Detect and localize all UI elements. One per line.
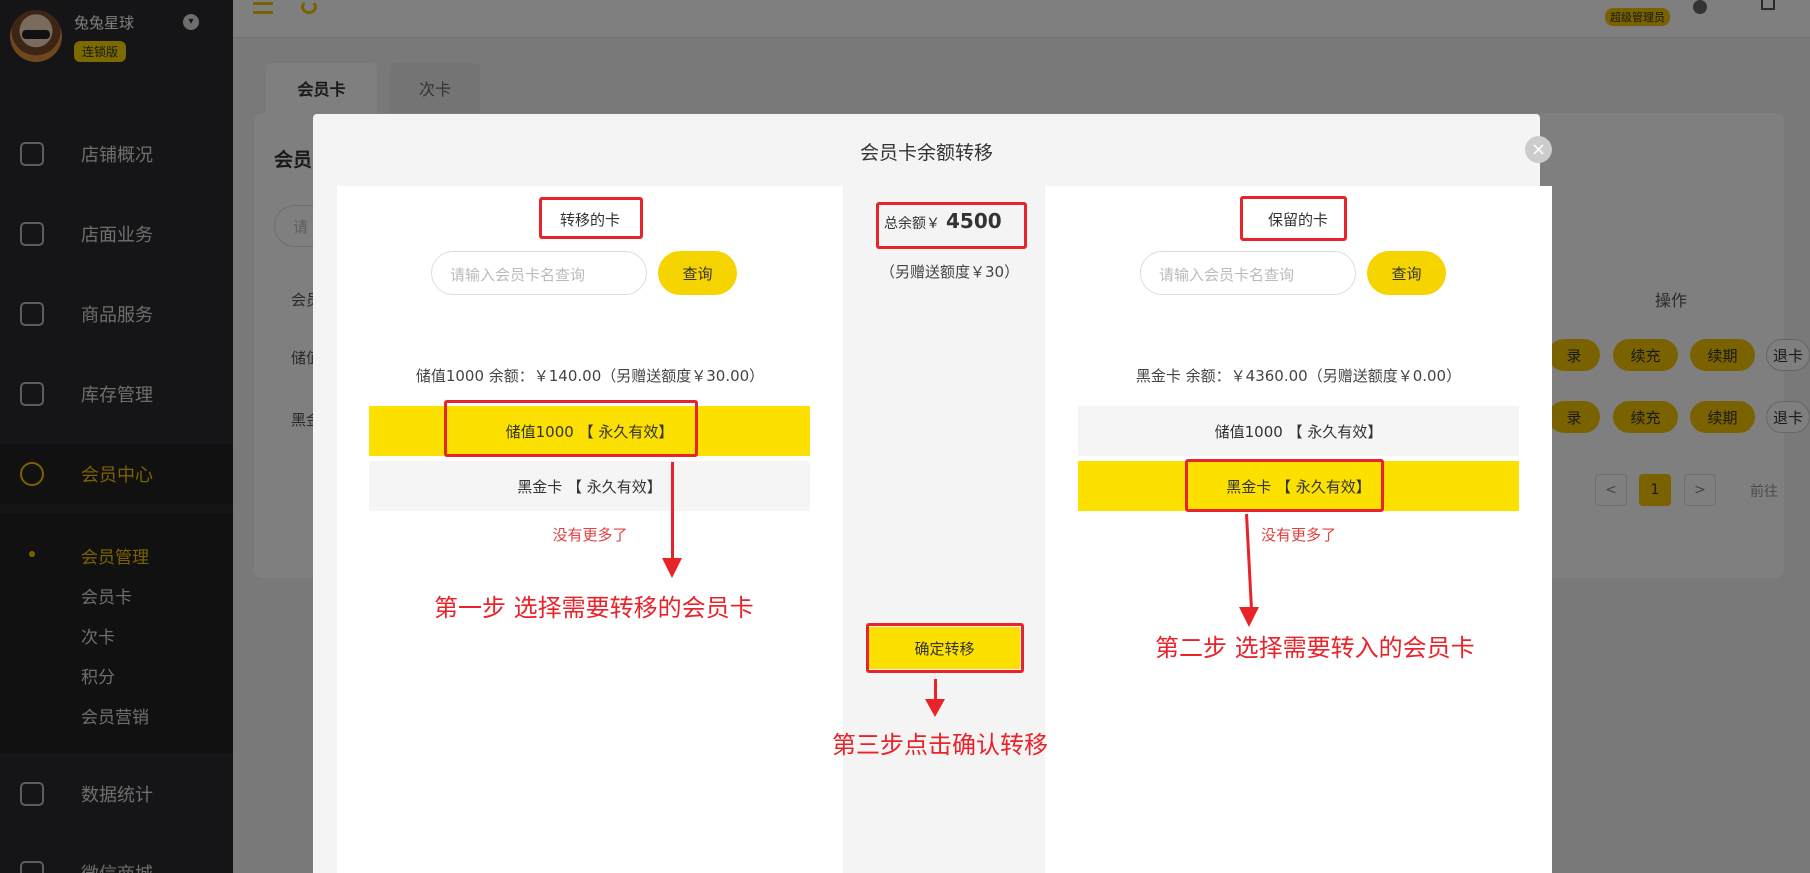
card-option[interactable]: 黑金卡 【 永久有效】 [369,461,810,511]
transfer-to-search-input[interactable]: 请输入会员卡名查询 [1140,251,1356,295]
dialog-title: 会员卡余额转移 [859,142,993,164]
total-balance: 总余额￥ 4500 [884,209,1002,233]
step3-note: 第三步点击确认转移 [832,731,1048,759]
arrow-down-icon [662,558,682,578]
card-option[interactable]: 黑金卡 【 永久有效】 [1078,461,1519,511]
transfer-from-search-input[interactable]: 请输入会员卡名查询 [431,251,647,295]
transfer-to-query-button[interactable]: 查询 [1367,251,1446,295]
step1-note: 第一步 选择需要转移的会员卡 [434,594,754,622]
transfer-to-balance: 黑金卡 余额：￥4360.00（另赠送额度￥0.00） [1135,367,1462,385]
no-more-text: 没有更多了 [1260,526,1336,544]
gift-amount: （另赠送额度￥30） [880,263,1020,281]
total-balance-label: 总余额￥ [884,216,940,232]
arrow-down-icon [925,699,945,717]
total-balance-value: 4500 [946,209,1002,233]
transfer-from-query-button[interactable]: 查询 [658,251,737,295]
transfer-to-title: 保留的卡 [1267,211,1328,229]
card-option[interactable]: 储值1000 【 永久有效】 [369,406,810,456]
confirm-transfer-button[interactable]: 确定转移 [869,627,1020,669]
no-more-text: 没有更多了 [552,526,628,544]
transfer-from-title: 转移的卡 [559,211,620,229]
card-option[interactable]: 储值1000 【 永久有效】 [1078,406,1519,456]
arrow-down-icon [1239,607,1259,627]
arrow-shaft [671,462,674,558]
close-icon[interactable]: × [1525,136,1552,163]
arrow-shaft [934,679,937,701]
transfer-from-balance: 储值1000 余额：￥140.00（另赠送额度￥30.00） [415,367,765,385]
step2-note: 第二步 选择需要转入的会员卡 [1155,634,1475,662]
